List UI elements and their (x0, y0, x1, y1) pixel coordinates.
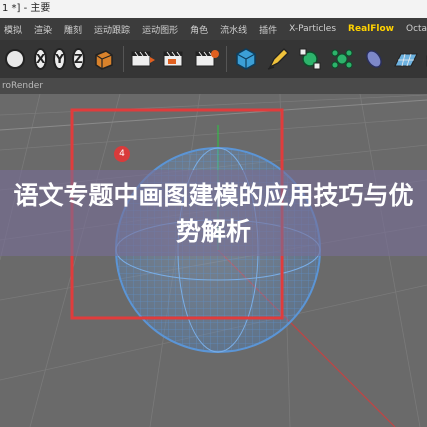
menu-item-realflow[interactable]: RealFlow (348, 24, 394, 34)
menu-item-pipeline[interactable]: 流水线 (220, 23, 247, 36)
menu-item-mograph[interactable]: 运动图形 (142, 23, 178, 36)
cloner-button[interactable] (329, 46, 355, 72)
marker-badge: 4 (114, 146, 130, 162)
render-region-button[interactable] (162, 46, 188, 72)
menu-item-motion-tracking[interactable]: 运动跟踪 (94, 23, 130, 36)
coordinate-system-button[interactable] (91, 46, 117, 72)
main-toolbar: X Y Z (0, 40, 427, 78)
menu-item-sculpt[interactable]: 雕刻 (64, 23, 82, 36)
menu-bar: 模拟 渲染 雕刻 运动跟踪 运动图形 角色 流水线 插件 X-Particles… (0, 18, 427, 40)
viewport-scene (0, 94, 427, 427)
undo-button[interactable] (2, 46, 28, 72)
z-axis-lock-button[interactable]: Z (71, 48, 85, 70)
cube-icon (235, 48, 256, 70)
subdivision-button[interactable] (297, 46, 323, 72)
render-settings-icon (195, 50, 219, 67)
pen-icon (267, 48, 289, 70)
x-axis-lock-button[interactable]: X (34, 48, 48, 70)
cube-object-button[interactable] (233, 46, 259, 72)
cloner-icon (331, 49, 353, 69)
toolbar-divider (225, 46, 227, 72)
menu-item-simulate[interactable]: 模拟 (4, 23, 22, 36)
spline-pen-button[interactable] (265, 46, 291, 72)
menu-item-octane[interactable]: Octane (406, 24, 427, 34)
coordinate-system-icon (94, 50, 113, 70)
render-view-icon (131, 51, 155, 67)
undo-icon (5, 49, 25, 69)
floor-button[interactable] (393, 46, 419, 72)
render-view-button[interactable] (130, 46, 156, 72)
floor-icon (393, 53, 418, 67)
menu-item-plugins[interactable]: 插件 (259, 23, 277, 36)
render-settings-button[interactable] (194, 46, 220, 72)
subdivision-icon (299, 48, 321, 70)
window-title-bar: 1 *] - 主要 (0, 0, 427, 18)
y-axis-lock-button[interactable]: Y (53, 48, 66, 70)
deformer-icon (365, 50, 382, 68)
marker-badge-number: 4 (119, 149, 125, 159)
menu-item-character[interactable]: 角色 (190, 23, 208, 36)
toolbar-divider (122, 46, 124, 72)
window-title: 1 *] - 主要 (2, 3, 51, 14)
viewport-header: roRender (0, 78, 427, 94)
viewport-canvas[interactable]: 4 (0, 94, 427, 427)
menu-item-render[interactable]: 渲染 (34, 23, 52, 36)
horizon-line (0, 99, 427, 131)
render-region-icon (163, 51, 183, 67)
deformer-button[interactable] (361, 46, 387, 72)
menu-item-x-particles[interactable]: X-Particles (289, 24, 336, 34)
viewport-header-label: roRender (2, 81, 44, 91)
headline-text: 语文专题中画图建模的应用技巧与优势解析 (13, 181, 414, 246)
